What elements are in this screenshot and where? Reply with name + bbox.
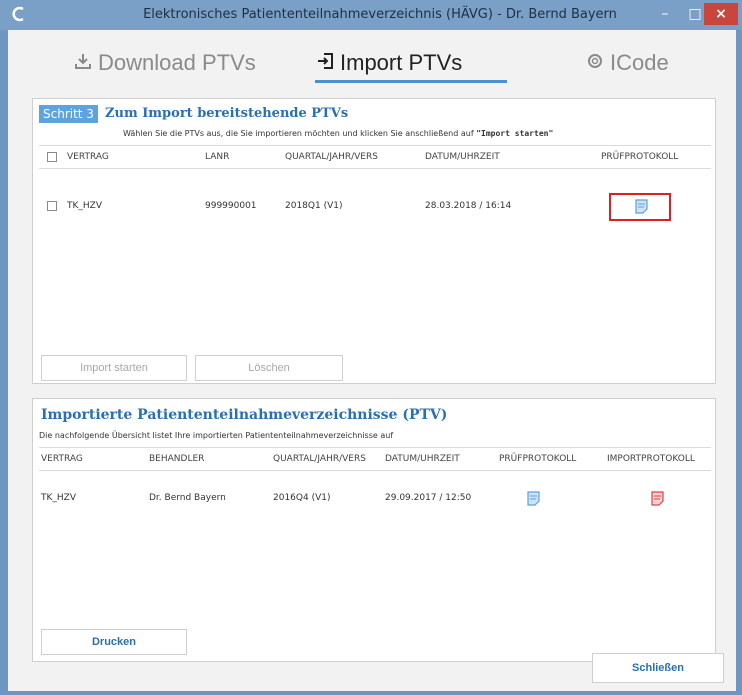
- subtitle-text: Wählen Sie die PTVs aus, die Sie importi…: [123, 129, 477, 138]
- imported-ptv-panel: Importierte Patiententeilnahmeverzeichni…: [32, 398, 716, 662]
- tab-label: ICode: [610, 50, 669, 75]
- column-header-vertrag: VERTRAG: [67, 152, 109, 162]
- close-button[interactable]: ×: [704, 3, 738, 25]
- step-badge: Schritt 3: [39, 105, 98, 123]
- title-bar[interactable]: Elektronisches Patiententeilnahmeverzeic…: [0, 0, 742, 30]
- download-icon: [74, 52, 92, 75]
- column-header-datum: DATUM/UHRZEIT: [385, 454, 460, 464]
- tab-label: Download PTVs: [98, 50, 256, 75]
- column-header-behandler: BEHANDLER: [149, 454, 205, 464]
- column-header-pruefprotokoll: PRÜFPROTOKOLL: [499, 454, 577, 464]
- tab-bar: Download PTVs Import PTVs ICode: [8, 30, 736, 84]
- import-starten-button[interactable]: Import starten: [41, 355, 187, 381]
- select-all-checkbox[interactable]: [47, 152, 57, 162]
- import-ready-panel: Schritt 3 Zum Import bereitstehende PTVs…: [32, 98, 716, 384]
- cell-datum: 29.09.2017 / 12:50: [385, 493, 472, 503]
- table-header: VERTRAG BEHANDLER QUARTAL/JAHR/VERS DATU…: [39, 447, 711, 471]
- loeschen-button[interactable]: Löschen: [195, 355, 343, 381]
- cell-vertrag: TK_HZV: [41, 493, 76, 503]
- column-header-lanr: LANR: [205, 152, 230, 162]
- column-header-quartal: QUARTAL/JAHR/VERS: [285, 152, 378, 162]
- application-window: Elektronisches Patiententeilnahmeverzeic…: [0, 0, 742, 695]
- pruefprotokoll-document-icon[interactable]: [527, 491, 540, 506]
- table-header: VERTRAG LANR QUARTAL/JAHR/VERS DATUM/UHR…: [39, 145, 711, 169]
- cell-quartal: 2018Q1 (V1): [285, 201, 343, 211]
- import-icon: [316, 52, 334, 75]
- minimize-button[interactable]: –: [650, 3, 680, 25]
- drucken-button[interactable]: Drucken: [41, 629, 187, 655]
- window-client-area: Download PTVs Import PTVs ICode Schritt …: [8, 30, 736, 691]
- cell-datum: 28.03.2018 / 16:14: [425, 201, 512, 211]
- gear-icon: [586, 52, 604, 75]
- cell-behandler: Dr. Bernd Bayern: [149, 493, 226, 503]
- panel-title: Importierte Patiententeilnahmeverzeichni…: [41, 407, 448, 423]
- tab-import-ptvs[interactable]: Import PTVs: [316, 48, 462, 78]
- cell-quartal: 2016Q4 (V1): [273, 493, 331, 503]
- app-logo-icon: [12, 6, 30, 24]
- tab-label: Import PTVs: [340, 50, 463, 75]
- tab-download-ptvs[interactable]: Download PTVs: [74, 48, 256, 78]
- column-header-datum: DATUM/UHRZEIT: [425, 152, 500, 162]
- column-header-importprotokoll: IMPORTPROTOKOLL: [607, 454, 695, 464]
- subtitle-emphasis: "Import starten": [476, 129, 554, 138]
- importprotokoll-document-icon[interactable]: [651, 491, 664, 506]
- panel-subtitle: Die nachfolgende Übersicht listet Ihre i…: [39, 431, 394, 440]
- panel-subtitle: Wählen Sie die PTVs aus, die Sie importi…: [123, 129, 553, 138]
- row-checkbox[interactable]: [47, 201, 57, 211]
- active-tab-indicator: [315, 80, 507, 83]
- pruefprotokoll-document-icon[interactable]: [635, 199, 648, 214]
- window-title: Elektronisches Patiententeilnahmeverzeic…: [143, 7, 617, 22]
- cell-vertrag: TK_HZV: [67, 201, 102, 211]
- column-header-vertrag: VERTRAG: [41, 454, 83, 464]
- column-header-quartal: QUARTAL/JAHR/VERS: [273, 454, 366, 464]
- panel-title: Zum Import bereitstehende PTVs: [105, 106, 349, 121]
- cell-lanr: 999990001: [205, 201, 257, 211]
- column-header-pruefprotokoll: PRÜFPROTOKOLL: [601, 152, 679, 162]
- tab-icode[interactable]: ICode: [586, 48, 669, 78]
- schliessen-button[interactable]: Schließen: [592, 653, 724, 683]
